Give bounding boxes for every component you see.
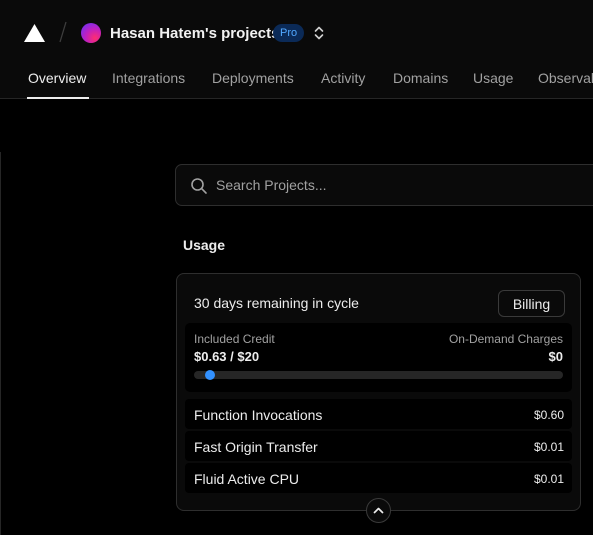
- breadcrumb-separator: [59, 21, 67, 43]
- tab-integrations[interactable]: Integrations: [112, 70, 185, 86]
- usage-item-value: $0.60: [533, 408, 564, 422]
- active-tab-indicator: [27, 97, 89, 99]
- tab-activity[interactable]: Activity: [321, 70, 365, 86]
- team-name[interactable]: Hasan Hatem's projects: [110, 25, 279, 42]
- usage-item[interactable]: Function Invocations $0.60: [185, 399, 572, 429]
- tab-deployments[interactable]: Deployments: [212, 70, 294, 86]
- chevron-up-down-icon[interactable]: [313, 25, 325, 41]
- usage-item[interactable]: Fast Origin Transfer $0.01: [185, 431, 572, 461]
- included-credit-label: Included Credit: [194, 332, 275, 346]
- tab-domains[interactable]: Domains: [393, 70, 448, 86]
- credit-progress-indicator: [205, 370, 215, 380]
- cycle-remaining-text: 30 days remaining in cycle: [194, 295, 359, 311]
- tab-observability[interactable]: Observability: [538, 70, 593, 86]
- tab-bar: Overview Integrations Deployments Activi…: [0, 63, 593, 99]
- plan-badge: Pro: [273, 24, 305, 42]
- search-input[interactable]: [216, 174, 586, 196]
- search-bar: [175, 164, 593, 206]
- usage-item-label: Function Invocations: [194, 407, 323, 423]
- expand-toggle-button[interactable]: [366, 498, 391, 523]
- usage-item[interactable]: Fluid Active CPU $0.01: [185, 463, 572, 493]
- usage-section-title: Usage: [183, 237, 226, 253]
- team-avatar[interactable]: [81, 23, 101, 43]
- usage-item-value: $0.01: [533, 472, 564, 486]
- usage-item-label: Fluid Active CPU: [194, 471, 300, 487]
- on-demand-charges-label: On-Demand Charges: [448, 332, 563, 346]
- chevron-up-icon: [373, 507, 384, 514]
- vercel-logo-icon[interactable]: [24, 24, 45, 42]
- credit-summary: Included Credit On-Demand Charges $0.63 …: [185, 323, 572, 392]
- tab-overview[interactable]: Overview: [28, 70, 86, 86]
- billing-button[interactable]: Billing: [498, 290, 565, 317]
- included-credit-value: $0.63 / $20: [194, 349, 260, 364]
- tab-usage[interactable]: Usage: [473, 70, 513, 86]
- top-navigation: Hasan Hatem's projects Pro Overview Inte…: [0, 0, 593, 99]
- usage-item-label: Fast Origin Transfer: [194, 439, 318, 455]
- usage-item-value: $0.01: [533, 440, 564, 454]
- sidebar-divider: [0, 152, 1, 535]
- search-icon: [191, 178, 207, 194]
- credit-progress-bar: [194, 370, 563, 380]
- on-demand-charges-value: $0: [548, 349, 563, 364]
- usage-card: 30 days remaining in cycle Billing Inclu…: [176, 273, 581, 511]
